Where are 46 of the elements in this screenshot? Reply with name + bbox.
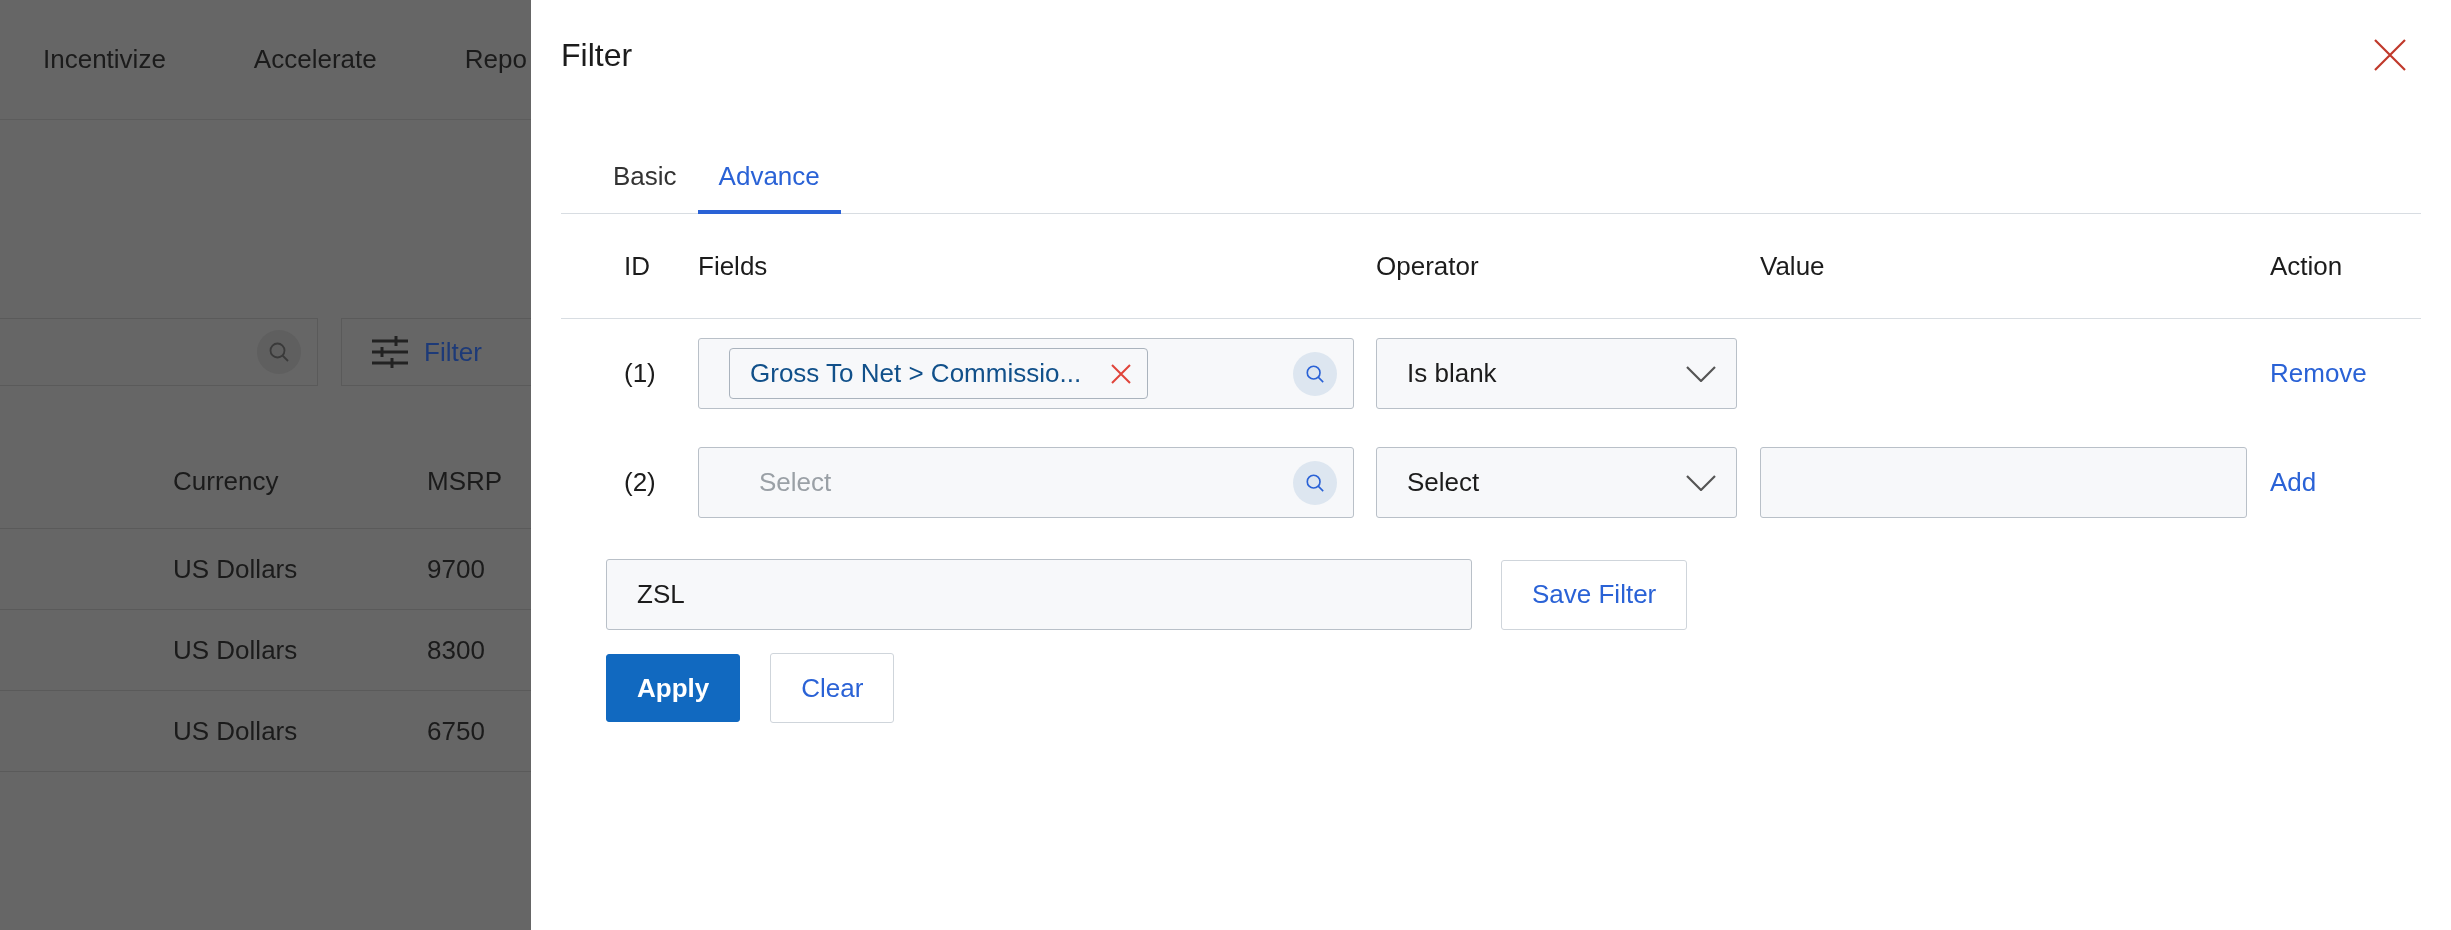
nav-link[interactable]: Accelerate [253, 44, 377, 75]
row-id: (1) [624, 358, 656, 389]
table-cell-text: 8300 [427, 634, 486, 666]
search-glyph [268, 341, 291, 363]
table-cell-text: 9700 [427, 553, 486, 585]
value-field[interactable] [1760, 447, 2247, 518]
operator-dropdown[interactable]: Is blank [1376, 338, 1737, 409]
filter-name-field[interactable]: ZSL [606, 559, 1472, 630]
action-link[interactable]: Remove [2270, 358, 2367, 389]
clear-button[interactable]: Clear [770, 653, 895, 723]
search-field[interactable] [0, 318, 319, 386]
tag-label: Gross To Net > Commissio... [750, 358, 1082, 389]
search-icon[interactable] [1293, 460, 1337, 505]
tab[interactable]: Basic [592, 110, 698, 214]
close-button[interactable] [2373, 38, 2407, 72]
column-header: Action [2270, 250, 2343, 282]
search-icon[interactable] [1293, 351, 1337, 396]
table-cell-text: US Dollars [173, 553, 299, 585]
close-icon [2373, 38, 2407, 72]
tab[interactable]: Advance [697, 110, 841, 214]
column-header: Currency [173, 465, 280, 497]
nav-link[interactable]: Incentivize [43, 44, 166, 75]
column-header: Operator [1376, 250, 1479, 282]
field-placeholder: Select [758, 467, 832, 498]
search-glyph [1305, 472, 1325, 493]
panel-title: Filter [561, 36, 633, 74]
operator-dropdown[interactable]: Select [1376, 447, 1737, 518]
table-cell-text: US Dollars [173, 634, 299, 666]
search-icon[interactable] [257, 330, 302, 374]
sliders-icon [372, 336, 409, 368]
column-header: Value [1760, 250, 1825, 282]
chevron-down-icon [1686, 474, 1716, 491]
table-cell-text: 6750 [427, 715, 486, 747]
nav-link[interactable]: Repo [464, 44, 527, 75]
table-cell-text: US Dollars [173, 715, 299, 747]
column-header: MSRP [427, 465, 504, 497]
apply-button[interactable]: Apply [606, 654, 741, 722]
row-id: (2) [624, 467, 656, 498]
save-filter-button[interactable]: Save Filter [1501, 559, 1688, 630]
column-header: Fields [698, 250, 768, 282]
action-link[interactable]: Add [2270, 467, 2317, 498]
field-selector[interactable]: Gross To Net > Commissio... [698, 338, 1354, 409]
remove-tag-icon[interactable] [1111, 363, 1132, 384]
search-glyph [1305, 363, 1325, 384]
column-header: ID [624, 250, 650, 282]
chevron-down-icon [1686, 365, 1716, 382]
